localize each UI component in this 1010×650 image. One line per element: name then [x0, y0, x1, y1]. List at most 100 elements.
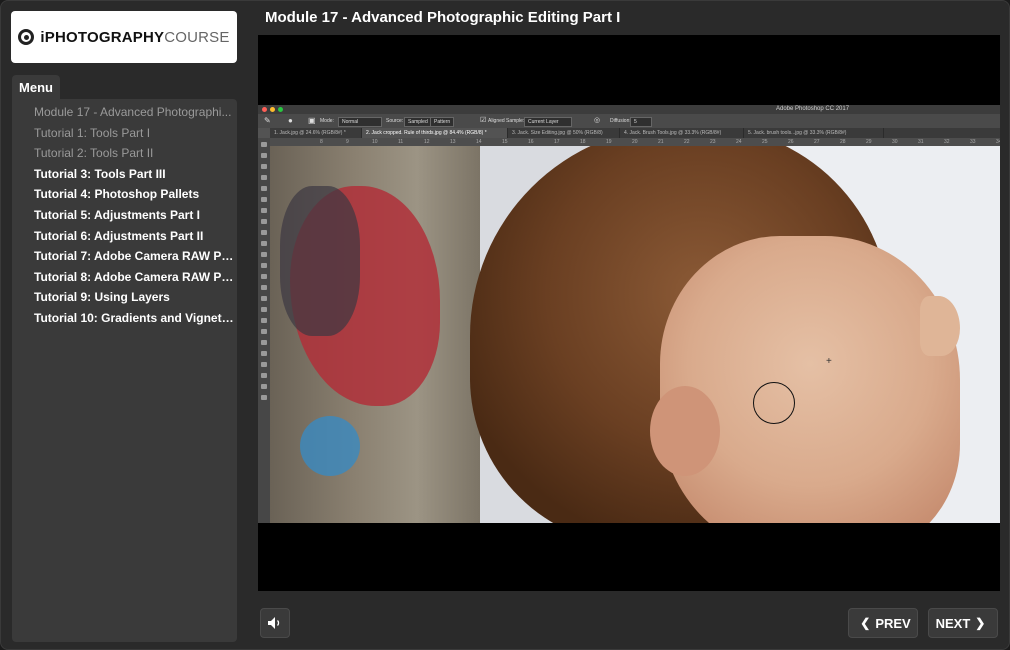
ps-tool-icon: [261, 351, 267, 356]
ruler-tick-label: 26: [788, 139, 794, 145]
speaker-icon: [268, 617, 280, 629]
chevron-right-icon: ❯: [975, 616, 986, 630]
ps-tool-icon: [261, 395, 267, 400]
menu-item-tutorial-5[interactable]: Tutorial 5: Adjustments Part I: [12, 205, 237, 226]
ruler-tick-label: 8: [320, 139, 323, 145]
clone-stamp-icon: ✎: [264, 116, 271, 125]
pressure-icon: ◎: [594, 117, 601, 124]
menu-item-tutorial-4[interactable]: Tutorial 4: Photoshop Pallets: [12, 184, 237, 205]
ps-tool-icon: [261, 186, 267, 191]
ps-tool-icon: [261, 274, 267, 279]
ruler-tick-label: 20: [632, 139, 638, 145]
ruler-tick-label: 30: [892, 139, 898, 145]
source-pattern: Pattern: [430, 117, 455, 127]
logo-light-text: COURSE: [164, 28, 230, 46]
ps-tool-icon: [261, 263, 267, 268]
ruler-tick-label: 27: [814, 139, 820, 145]
ruler-tick-label: 23: [710, 139, 716, 145]
ps-tool-icon: [261, 384, 267, 389]
ps-tool-icon: [261, 329, 267, 334]
ps-tool-icon: [261, 285, 267, 290]
menu-item-tutorial-7[interactable]: Tutorial 7: Adobe Camera RAW Part I: [12, 246, 237, 267]
ps-tab-5: 5. Jack. brush tools...jpg @ 33.3% (RGB/…: [744, 128, 884, 138]
diffusion-label: Diffusion:: [610, 118, 631, 124]
crosshair-icon: +: [826, 356, 832, 367]
video-viewer[interactable]: Adobe Photoshop CC 2017 ✎ ● ▣ Mode: Norm…: [258, 35, 1000, 591]
minimize-dot-icon: [270, 107, 275, 112]
sample-select: Current Layer: [524, 117, 572, 127]
ruler-tick-label: 24: [736, 139, 742, 145]
ps-tab-1: 1. Jack.jpg @ 24.6% (RGB/8#) *: [270, 128, 362, 138]
close-dot-icon: [262, 107, 267, 112]
menu-item-tutorial-10[interactable]: Tutorial 10: Gradients and Vignettes: [12, 308, 237, 329]
ruler-tick-label: 25: [762, 139, 768, 145]
ps-tool-icon: [261, 219, 267, 224]
ruler-tick-label: 32: [944, 139, 950, 145]
ps-tool-icon: [261, 252, 267, 257]
menu-item-tutorial-1[interactable]: Tutorial 1: Tools Part I: [12, 123, 237, 144]
menu-tab[interactable]: Menu: [12, 75, 60, 99]
prev-button[interactable]: ❮ PREV: [848, 608, 918, 638]
ruler-tick-label: 16: [528, 139, 534, 145]
ps-tool-icon: [261, 153, 267, 158]
menu-item-module17[interactable]: Module 17 - Advanced Photographi...: [12, 102, 237, 123]
menu-item-tutorial-3[interactable]: Tutorial 3: Tools Part III: [12, 164, 237, 185]
aligned-label: Aligned: [488, 118, 505, 124]
prev-label: PREV: [875, 615, 911, 631]
ruler-tick-label: 17: [554, 139, 560, 145]
source-sampled: Sampled: [404, 117, 432, 127]
ruler-tick-label: 11: [398, 139, 404, 145]
ps-tool-icon: [261, 230, 267, 235]
menu-item-tutorial-9[interactable]: Tutorial 9: Using Layers: [12, 287, 237, 308]
volume-button[interactable]: [260, 608, 290, 638]
menu-item-tutorial-8[interactable]: Tutorial 8: Adobe Camera RAW Part II: [12, 267, 237, 288]
menu-item-tutorial-2[interactable]: Tutorial 2: Tools Part II: [12, 143, 237, 164]
page-title: Module 17 - Advanced Photographic Editin…: [265, 9, 621, 26]
camera-icon: [18, 29, 35, 45]
aligned-checkbox-icon: ☑: [480, 117, 487, 124]
ps-tool-icon: [261, 373, 267, 378]
ps-tool-icon: [261, 318, 267, 323]
subject-ear: [650, 386, 720, 476]
mode-label: Mode:: [320, 118, 334, 124]
ruler-tick-label: 33: [970, 139, 976, 145]
ruler-tick-label: 21: [658, 139, 664, 145]
ruler-tick-label: 10: [372, 139, 378, 145]
source-label: Source:: [386, 118, 404, 124]
menu-item-tutorial-6[interactable]: Tutorial 6: Adjustments Part II: [12, 226, 237, 247]
ruler-tick-label: 13: [450, 139, 456, 145]
mode-select: Normal: [338, 117, 382, 127]
ps-toolbar: [258, 138, 270, 523]
brush-preset-icon: ●: [288, 116, 293, 125]
menu-panel: Module 17 - Advanced Photographi... Tuto…: [12, 99, 237, 642]
ps-tool-icon: [261, 142, 267, 147]
diffusion-value: 5: [630, 117, 652, 127]
ps-tool-icon: [261, 307, 267, 312]
player-controls: ❮ PREV NEXT ❯: [258, 601, 1000, 641]
ruler-tick-label: 29: [866, 139, 872, 145]
ruler-tick-label: 9: [346, 139, 349, 145]
maximize-dot-icon: [278, 107, 283, 112]
ruler-tick-label: 18: [580, 139, 586, 145]
ps-tool-icon: [261, 175, 267, 180]
subject-face: [660, 236, 960, 523]
brush-cursor-icon: [753, 382, 795, 424]
ruler-tick-label: 28: [840, 139, 846, 145]
ps-tool-icon: [261, 296, 267, 301]
ps-tab-3: 3. Jack. Size Editing.jpg @ 50% (RGB/8): [508, 128, 620, 138]
ps-tab-2: 2. Jack cropped. Rule of thirds.jpg @ 84…: [362, 128, 508, 138]
next-label: NEXT: [935, 615, 971, 631]
ruler-tick-label: 31: [918, 139, 924, 145]
ps-ruler: 8 9 10 11 12 13 14 15 16 17 18 19 20 21 22 23 24 25 26 27 28…: [270, 138, 1000, 146]
ruler-tick-label: 19: [606, 139, 612, 145]
logo-bold-text: iPHOTOGRAPHY: [40, 28, 165, 46]
chevron-left-icon: ❮: [860, 616, 871, 630]
menu-list: Module 17 - Advanced Photographi... Tuto…: [12, 99, 237, 329]
ps-tab-4: 4. Jack. Brush Tools.jpg @ 33.3% (RGB/8#…: [620, 128, 744, 138]
next-button[interactable]: NEXT ❯: [928, 608, 998, 638]
ps-titlebar: Adobe Photoshop CC 2017: [258, 105, 1000, 114]
ps-doc-tabs: 1. Jack.jpg @ 24.6% (RGB/8#) * 2. Jack c…: [270, 128, 1000, 138]
ruler-tick-label: 14: [476, 139, 482, 145]
ruler-tick-label: 22: [684, 139, 690, 145]
sample-label: Sample:: [506, 118, 525, 124]
